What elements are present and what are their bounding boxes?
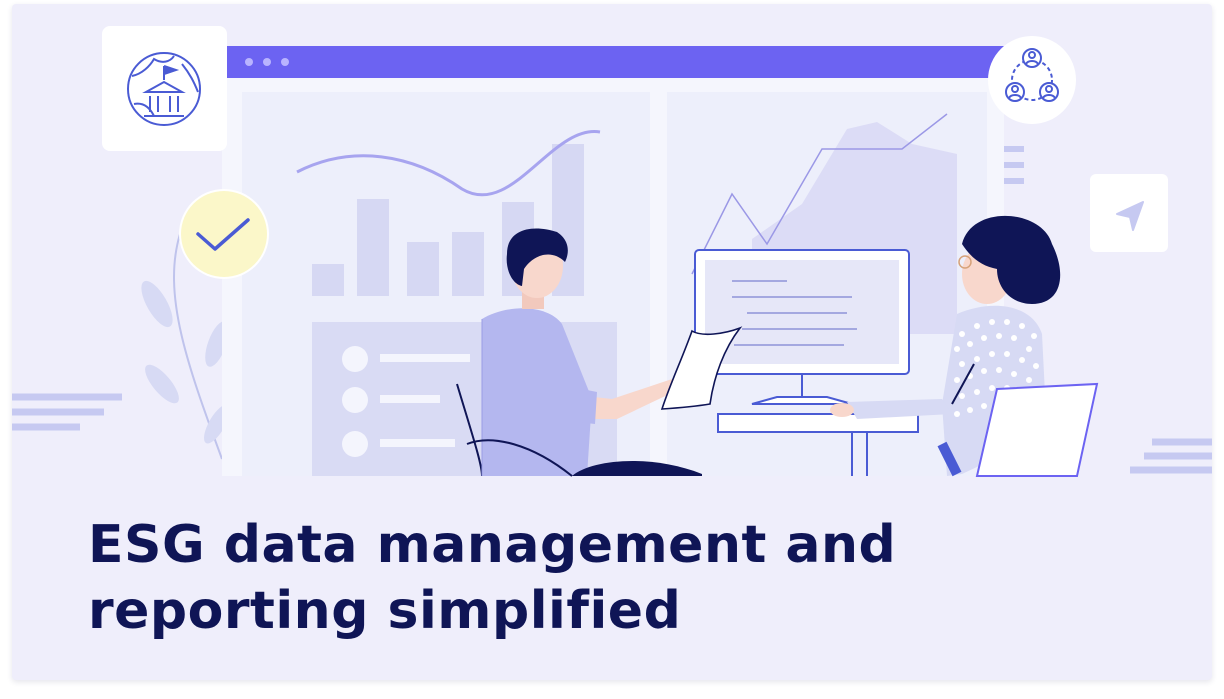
office-chair — [975, 382, 1099, 477]
hero-card: ESG data management and reporting simpli… — [12, 4, 1212, 680]
page-headline: ESG data management and reporting simpli… — [88, 515, 897, 641]
window-dot — [245, 58, 253, 66]
window-dot — [263, 58, 271, 66]
window-dot — [281, 58, 289, 66]
people-network-badge — [988, 36, 1076, 124]
hero-illustration — [12, 26, 1212, 477]
browser-title-bar — [222, 46, 1004, 78]
navigation-arrow-card — [1090, 174, 1168, 252]
globe-government-card — [102, 26, 227, 151]
decorative-lines-right — [1130, 438, 1212, 474]
decorative-lines-left — [12, 393, 122, 431]
decorative-lines-window — [1002, 146, 1024, 184]
checkmark-badge — [179, 189, 269, 279]
